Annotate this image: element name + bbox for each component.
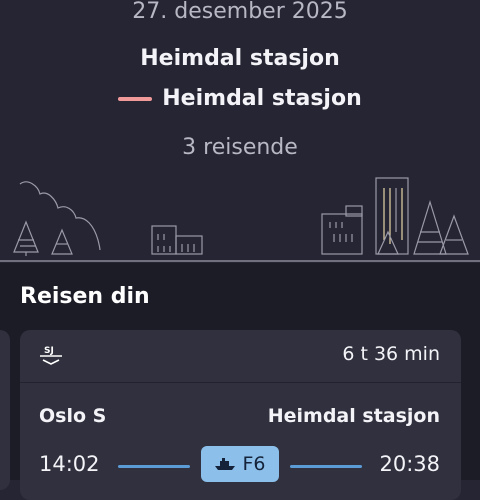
journey-to: Heimdal stasjon <box>162 86 362 111</box>
route-dash-icon <box>118 96 153 101</box>
building-small <box>151 225 203 255</box>
journey-from: Heimdal stasjon <box>140 46 340 71</box>
route-line-right <box>290 465 362 468</box>
journey-date: 27. desember 2025 <box>132 0 348 24</box>
section-title: Reisen din <box>20 284 150 309</box>
previous-card[interactable] <box>0 330 10 490</box>
ferry-icon <box>215 458 236 470</box>
travellers-count: 3 reisende <box>182 135 298 160</box>
trees-right <box>377 199 469 255</box>
line-label: F6 <box>242 453 266 475</box>
route-line-left <box>118 465 190 468</box>
line-badge: F6 <box>201 446 279 482</box>
svg-text:SJ: SJ <box>44 346 54 356</box>
journey-to-row: Heimdal stasjon <box>0 86 480 111</box>
trip-duration: 6 t 36 min <box>342 343 440 365</box>
arrival-time: 20:38 <box>379 452 440 476</box>
buildings-right <box>321 177 409 255</box>
origin-station: Oslo S <box>39 405 107 427</box>
skyline-illustration <box>0 177 480 262</box>
tree-cloud-illustration-left <box>13 181 101 256</box>
sj-logo-icon: SJ <box>40 346 62 365</box>
departure-time: 14:02 <box>39 452 100 476</box>
destination-station: Heimdal stasjon <box>267 405 440 427</box>
card-divider <box>20 382 461 383</box>
